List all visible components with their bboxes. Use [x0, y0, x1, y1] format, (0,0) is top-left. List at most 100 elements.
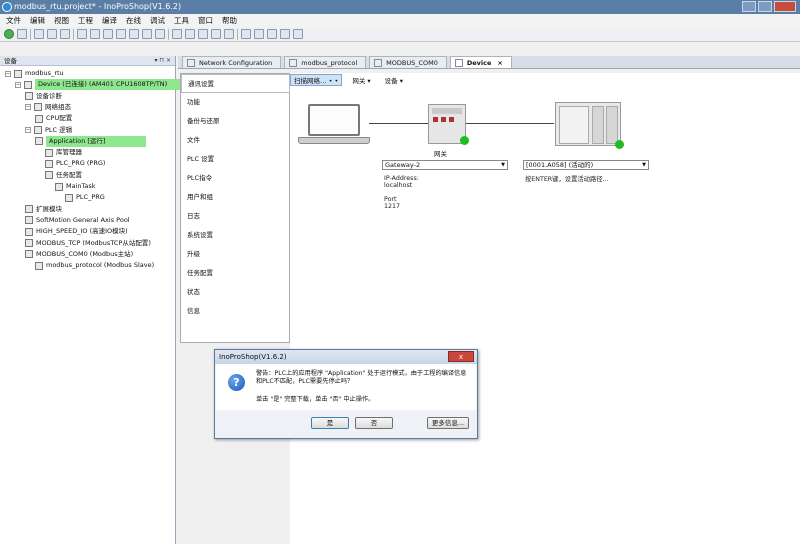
devices-pane: 设备 ▾ ⊓ × − modbus_rtu − Device (已连接) (AM401…: [0, 56, 183, 544]
menu-online[interactable]: 在线: [126, 14, 141, 27]
delete-icon[interactable]: [155, 29, 165, 39]
tree-item[interactable]: 任务配置: [45, 170, 82, 181]
nav-users-groups[interactable]: 用户和组: [181, 188, 289, 207]
tree-item[interactable]: PLC_PRG (PRG): [45, 158, 105, 169]
scan-network-button[interactable]: 扫描网络… • •: [290, 74, 343, 86]
tree-item[interactable]: MODBUS_COM0 (Modbus主站): [25, 249, 133, 260]
device-editor-nav: 通讯设置 功能 备份与还原 文件 PLC 设置 PLC指令 用户和组 日志 系统…: [180, 73, 290, 343]
tree-item[interactable]: MODBUS_TCP (ModbusTCP从站配置): [25, 238, 151, 249]
save-icon[interactable]: [60, 29, 70, 39]
new-file-icon[interactable]: [34, 29, 44, 39]
close-tab-icon[interactable]: ×: [497, 59, 502, 67]
tree-item[interactable]: MainTask: [55, 181, 96, 192]
tree-item[interactable]: CPU配置: [35, 113, 72, 124]
nav-backup-restore[interactable]: 备份与还原: [181, 112, 289, 131]
tree-item[interactable]: SoftMotion General Axis Pool: [25, 215, 130, 226]
nav-plc-shell[interactable]: PLC指令: [181, 169, 289, 188]
tab-modbus-protocol[interactable]: modbus_protocol: [284, 56, 367, 68]
toolbar: [0, 27, 800, 42]
tree-item[interactable]: 库管理器: [45, 147, 82, 158]
nav-upgrade[interactable]: 升级: [181, 245, 289, 264]
tab-network-configuration[interactable]: Network Configuration: [182, 56, 282, 68]
cut-icon[interactable]: [116, 29, 126, 39]
toolbar-separator: [168, 28, 169, 40]
tree-item[interactable]: 扩展模块: [25, 204, 62, 215]
stop-icon[interactable]: [17, 29, 27, 39]
find-icon[interactable]: [172, 29, 182, 39]
tree-item[interactable]: Application [运行]: [35, 135, 146, 147]
minimize-button[interactable]: [742, 1, 756, 12]
expand-toggle-icon[interactable]: −: [25, 104, 31, 111]
tree-item[interactable]: − modbus_rtu: [5, 68, 64, 79]
details-button[interactable]: 更多信息...: [427, 417, 469, 429]
expand-toggle-icon[interactable]: −: [15, 81, 21, 88]
menu-edit[interactable]: 编辑: [30, 14, 45, 27]
monitor-icon[interactable]: [267, 29, 277, 39]
tree-item[interactable]: PLC_PRG: [65, 192, 105, 203]
tree-item-label: 任务配置: [56, 170, 82, 179]
device-select-hint: 按ENTER键，设置活动路径…: [525, 176, 609, 183]
tree-item-label: MODBUS_TCP (ModbusTCP从站配置): [36, 238, 151, 247]
menu-view[interactable]: 视图: [54, 14, 69, 27]
menu-project[interactable]: 工程: [78, 14, 93, 27]
menu-debug[interactable]: 调试: [150, 14, 165, 27]
gateway-menu-button[interactable]: 网关 ▾: [348, 74, 374, 86]
nav-communication-settings[interactable]: 通讯设置: [181, 74, 290, 93]
write-values-icon[interactable]: [280, 29, 290, 39]
tree-item[interactable]: − 网络组态: [25, 102, 71, 113]
nav-log[interactable]: 日志: [181, 207, 289, 226]
menu-build[interactable]: 编译: [102, 14, 117, 27]
scan-network-label: 扫描网络…: [294, 77, 327, 85]
menu-help[interactable]: 帮助: [222, 14, 237, 27]
tree-item[interactable]: modbus_protocol (Modbus Slave): [35, 260, 154, 271]
tree-item[interactable]: HIGH_SPEED_IO (高速IO模块): [25, 226, 128, 237]
paste-icon[interactable]: [142, 29, 152, 39]
device-select[interactable]: [0001.A058] (活动的) ▼: [523, 160, 649, 170]
expand-toggle-icon[interactable]: −: [25, 127, 31, 133]
menu-file[interactable]: 文件: [6, 14, 21, 27]
nav-information[interactable]: 信息: [181, 302, 289, 321]
open-folder-icon[interactable]: [47, 29, 57, 39]
dialog-close-button[interactable]: x: [448, 351, 474, 362]
tree-item-label: PLC_PRG (PRG): [56, 159, 106, 168]
tree-item[interactable]: 设备诊断: [25, 91, 62, 102]
login-icon[interactable]: [211, 29, 221, 39]
maximize-button[interactable]: [758, 1, 772, 12]
build-icon[interactable]: [198, 29, 208, 39]
logout-icon[interactable]: [224, 29, 234, 39]
tab-device[interactable]: Device ×: [449, 56, 512, 68]
toolbar-separator: [237, 28, 238, 40]
device-select-value: [0001.A058] (活动的): [526, 161, 594, 169]
nav-system-settings[interactable]: 系统设置: [181, 226, 289, 245]
device-menu-button[interactable]: 设备 ▾: [381, 74, 407, 86]
menu-tools[interactable]: 工具: [174, 14, 189, 27]
no-button[interactable]: 否: [355, 417, 393, 429]
force-values-icon[interactable]: [293, 29, 303, 39]
tree-item[interactable]: − PLC 逻辑: [25, 125, 72, 136]
expand-toggle-icon[interactable]: −: [5, 70, 11, 77]
pane-controls[interactable]: ▾ ⊓ ×: [154, 56, 171, 66]
copy-icon[interactable]: [129, 29, 139, 39]
nav-task-config[interactable]: 任务配置: [181, 264, 289, 283]
nav-functions[interactable]: 功能: [181, 93, 289, 112]
run-icon[interactable]: [4, 29, 14, 39]
step-icon[interactable]: [254, 29, 264, 39]
nav-files[interactable]: 文件: [181, 131, 289, 150]
yes-button[interactable]: 是: [311, 417, 349, 429]
plc-device-icon[interactable]: [555, 102, 621, 146]
tree-item[interactable]: − Device (已连接) (AM401 CPU1608TP/TN): [15, 79, 183, 91]
tab-modbus-com0[interactable]: MODBUS_COM0: [369, 56, 447, 68]
replace-icon[interactable]: [185, 29, 195, 39]
dialog-prompt: 单击 "是" 完整下载，单击 "否" 中止操作。: [256, 396, 375, 403]
redo-icon[interactable]: [103, 29, 113, 39]
gateway-select-value: Gateway-2: [385, 161, 421, 169]
undo-icon[interactable]: [90, 29, 100, 39]
nav-plc-settings[interactable]: PLC 设置: [181, 150, 289, 169]
menu-window[interactable]: 窗口: [198, 14, 213, 27]
close-window-button[interactable]: [774, 1, 796, 12]
breakpoint-icon[interactable]: [241, 29, 251, 39]
menu-bar: 文件 编辑 视图 工程 编译 在线 调试 工具 窗口 帮助: [0, 14, 800, 27]
nav-status[interactable]: 状态: [181, 283, 289, 302]
gateway-select[interactable]: Gateway-2 ▼: [382, 160, 508, 170]
print-icon[interactable]: [77, 29, 87, 39]
